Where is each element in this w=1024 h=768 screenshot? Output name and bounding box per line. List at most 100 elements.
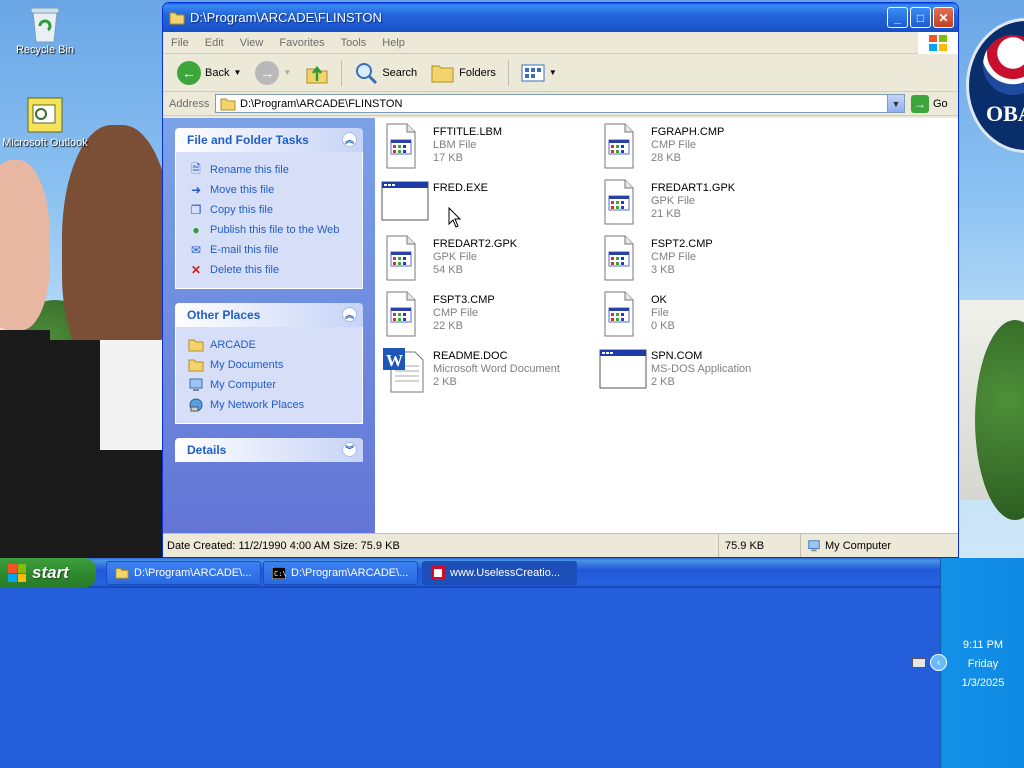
svg-text:W: W — [386, 351, 403, 370]
desktop-icon-label: Recycle Bin — [15, 44, 75, 56]
menu-tools[interactable]: Tools — [341, 37, 367, 49]
file-type: Microsoft Word Document — [433, 363, 560, 375]
system-tray: 9:11 PM Friday 1/3/2025 — [940, 558, 1024, 768]
file-size: 54 KB — [433, 264, 463, 276]
file-size: 17 KB — [433, 152, 463, 164]
search-button[interactable]: Search — [350, 59, 421, 87]
desktop-icon-outlook[interactable]: Microsoft Outlook — [0, 97, 90, 149]
place-network[interactable]: My Network Places — [188, 395, 352, 415]
show-hidden-icons-icon[interactable]: ‹ — [930, 654, 947, 671]
clock-day: Friday — [967, 658, 999, 670]
close-icon: ✕ — [938, 10, 949, 25]
file-item[interactable]: FFTITLE.LBM LBM File 17 KB — [381, 122, 591, 174]
go-button[interactable]: → Go — [911, 94, 948, 113]
task-label: E-mail this file — [210, 244, 279, 256]
back-arrow-icon: ← — [177, 60, 201, 85]
collapse-chevron-icon[interactable]: ︽ — [342, 132, 357, 147]
file-item[interactable]: FSPT3.CMP CMP File 22 KB — [381, 290, 591, 342]
file-item[interactable]: FREDART1.GPK GPK File 21 KB — [599, 178, 809, 230]
clock[interactable]: 9:11 PM Friday 1/3/2025 — [941, 636, 1024, 693]
panel-body: ARCADE My Documents My Computer My Netwo… — [175, 327, 363, 424]
computer-icon — [188, 377, 204, 393]
word-document-icon: W — [381, 346, 429, 394]
explorer-window: D:\Program\ARCADE\FLINSTON _ □ ✕ File Ed… — [162, 2, 959, 558]
file-item[interactable]: OK File 0 KB — [599, 290, 809, 342]
recycle-bin-icon — [27, 4, 63, 43]
collapse-chevron-icon[interactable]: ︽ — [342, 307, 357, 322]
folders-button[interactable]: Folders — [427, 60, 500, 86]
file-item[interactable]: FGRAPH.CMP CMP File 28 KB — [599, 122, 809, 174]
menu-edit[interactable]: Edit — [205, 37, 224, 49]
mouse-cursor-icon — [448, 207, 462, 228]
task-delete[interactable]: ✕ Delete this file — [188, 260, 352, 280]
file-type: CMP File — [651, 251, 697, 263]
up-button[interactable] — [301, 59, 333, 87]
obama-logo-icon — [983, 35, 1024, 95]
minimize-button[interactable]: _ — [887, 7, 908, 28]
panel-header[interactable]: Details ︾ — [175, 438, 363, 462]
place-label: My Computer — [210, 379, 277, 391]
website-icon — [431, 566, 445, 580]
task-move[interactable]: ➜ Move this file — [188, 180, 352, 200]
place-my-documents[interactable]: My Documents — [188, 355, 352, 375]
task-email[interactable]: ✉ E-mail this file — [188, 240, 352, 260]
start-button[interactable]: start — [0, 558, 96, 588]
taskbar-button-browser[interactable]: www.UselessCreatio... — [422, 561, 577, 585]
desktop-icon-recycle-bin[interactable]: Recycle Bin — [0, 4, 90, 56]
close-button[interactable]: ✕ — [933, 7, 954, 28]
file-item[interactable]: FREDART2.GPK GPK File 54 KB — [381, 234, 591, 286]
forward-dropdown-icon: ▼ — [283, 68, 292, 77]
panel-header[interactable]: File and Folder Tasks ︽ — [175, 128, 363, 152]
back-button[interactable]: ← Back ▼ — [173, 59, 245, 87]
menu-favorites[interactable]: Favorites — [279, 37, 324, 49]
application-icon — [599, 346, 647, 394]
file-item[interactable]: FSPT2.CMP CMP File 3 KB — [599, 234, 809, 286]
file-item[interactable]: FRED.EXE — [381, 178, 591, 230]
taskbar-button-label: D:\Program\ARCADE\... — [134, 567, 252, 579]
views-button[interactable]: ▼ — [517, 61, 561, 85]
desktop-lower-area — [0, 588, 1024, 768]
search-label: Search — [382, 66, 418, 79]
go-label: Go — [933, 97, 948, 110]
menu-file[interactable]: File — [171, 37, 189, 49]
taskbar-button-explorer[interactable]: D:\Program\ARCADE\... — [106, 561, 261, 585]
views-icon — [521, 64, 545, 81]
window-titlebar[interactable]: D:\Program\ARCADE\FLINSTON _ □ ✕ — [163, 3, 958, 32]
wallpaper-logo-text: OBA — [986, 101, 1024, 126]
task-publish[interactable]: ● Publish this file to the Web — [188, 220, 352, 240]
address-dropdown-icon[interactable]: ▼ — [887, 95, 904, 112]
maximize-button[interactable]: □ — [910, 7, 931, 28]
back-dropdown-icon: ▼ — [233, 68, 242, 77]
task-copy[interactable]: ❐ Copy this file — [188, 200, 352, 220]
forward-button[interactable]: → ▼ — [251, 59, 295, 87]
start-label: start — [32, 563, 69, 582]
address-input[interactable]: D:\Program\ARCADE\FLINSTON ▼ — [215, 94, 905, 113]
folder-icon — [188, 337, 204, 353]
place-my-computer[interactable]: My Computer — [188, 375, 352, 395]
window-title: D:\Program\ARCADE\FLINSTON — [190, 10, 382, 25]
menu-help[interactable]: Help — [382, 37, 405, 49]
task-rename[interactable]: 🗎 Rename this file — [188, 160, 352, 180]
folder-icon — [188, 357, 204, 373]
network-icon — [188, 397, 204, 413]
panel-header[interactable]: Other Places ︽ — [175, 303, 363, 327]
file-item[interactable]: W README.DOC Microsoft Word Document 2 KB — [381, 346, 591, 398]
status-bar: Date Created: 11/2/1990 4:00 AM Size: 75… — [163, 533, 958, 557]
taskbar-button-cmd[interactable]: C:\ D:\Program\ARCADE\... — [263, 561, 418, 585]
expand-chevron-icon[interactable]: ︾ — [342, 442, 357, 457]
keyboard-icon[interactable] — [912, 657, 926, 668]
wallpaper-shirt — [100, 340, 162, 450]
search-icon — [356, 62, 378, 84]
file-type: GPK File — [433, 251, 478, 263]
file-list: FFTITLE.LBM LBM File 17 KB FGRAPH.CMP CMP Fi… — [375, 118, 958, 533]
file-text: SPN.COM MS-DOS Application 2 KB — [651, 346, 751, 398]
menu-view[interactable]: View — [240, 37, 264, 49]
file-item[interactable]: SPN.COM MS-DOS Application 2 KB — [599, 346, 809, 398]
place-label: ARCADE — [210, 339, 256, 351]
panel-title: File and Folder Tasks — [187, 133, 309, 147]
rename-icon: 🗎 — [191, 161, 201, 176]
file-type: File — [651, 307, 669, 319]
place-arcade[interactable]: ARCADE — [188, 335, 352, 355]
desktop-icon-label: Microsoft Outlook — [2, 137, 88, 149]
generic-file-icon — [381, 234, 429, 282]
